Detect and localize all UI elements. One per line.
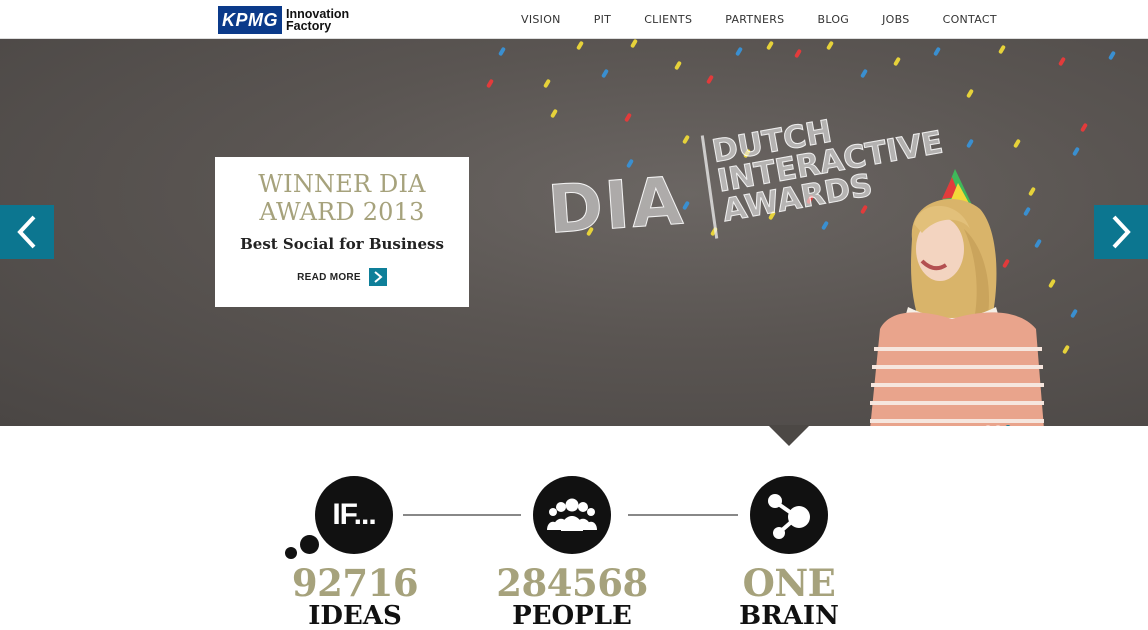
slider-next-button[interactable]	[1094, 205, 1148, 259]
stat-people-label: PEOPLE	[512, 601, 632, 630]
stat-ideas: IF... 92716 IDEAS	[280, 476, 430, 630]
stat-brain-label: BRAIN	[739, 601, 839, 630]
nav-pit[interactable]: PIT	[594, 13, 612, 26]
chalk-dia-text: DIA	[545, 162, 687, 249]
logo-line-2: Factory	[286, 19, 332, 33]
nav-clients[interactable]: CLIENTS	[644, 13, 692, 26]
card-title-line-2: AWARD 2013	[259, 198, 425, 226]
chevron-left-icon	[17, 215, 36, 249]
site-header: KPMG Innovation Factory VISION PIT CLIEN…	[0, 0, 1148, 39]
logo-wordmark: Innovation Factory	[286, 8, 349, 33]
stat-people: 284568 PEOPLE	[492, 476, 652, 630]
nav-partners[interactable]: PARTNERS	[725, 13, 784, 26]
nav-blog[interactable]: BLOG	[817, 13, 849, 26]
award-card: WINNER DIA AWARD 2013 Best Social for Bu…	[215, 157, 469, 307]
if-thought-icon: IF...	[315, 476, 393, 554]
if-icon-text: IF...	[332, 498, 376, 531]
stat-ideas-label: IDEAS	[308, 601, 402, 630]
card-title-line-1: WINNER DIA	[258, 170, 426, 198]
stat-ideas-number: 92716	[291, 561, 419, 605]
card-subtitle: Best Social for Business	[240, 235, 444, 253]
nav-contact[interactable]: CONTACT	[943, 13, 997, 26]
nav-vision[interactable]: VISION	[521, 13, 561, 26]
read-more-link[interactable]: READ MORE	[215, 268, 469, 286]
people-group-icon	[533, 476, 611, 554]
chevron-right-icon	[1112, 215, 1131, 249]
slider-dot-1[interactable]	[985, 425, 991, 426]
chevron-right-icon[interactable]	[368, 268, 387, 286]
slider-prev-button[interactable]	[0, 205, 54, 259]
hero-pointer	[768, 425, 810, 446]
slider-dot-2[interactable]	[995, 425, 1001, 426]
hero-slider: DIA DUTCH INTERACTIVE AWARDS	[0, 39, 1148, 426]
kpmg-logo-mark: KPMG	[218, 6, 282, 34]
slider-dot-3[interactable]	[1005, 425, 1011, 426]
share-network-icon	[750, 476, 828, 554]
stat-people-number: 284568	[496, 561, 648, 605]
stat-brain-number: ONE	[742, 561, 836, 605]
kpmg-innovation-factory-logo[interactable]: KPMG Innovation Factory	[218, 5, 349, 35]
nav-jobs[interactable]: JOBS	[882, 13, 909, 26]
slider-dots	[985, 425, 1015, 426]
card-title: WINNER DIA AWARD 2013	[215, 170, 469, 226]
stat-brain: ONE BRAIN	[714, 476, 864, 630]
woman-party-hat-image	[870, 169, 1044, 426]
read-more-label: READ MORE	[297, 271, 361, 283]
main-nav: VISION PIT CLIENTS PARTNERS BLOG JOBS CO…	[521, 13, 997, 26]
